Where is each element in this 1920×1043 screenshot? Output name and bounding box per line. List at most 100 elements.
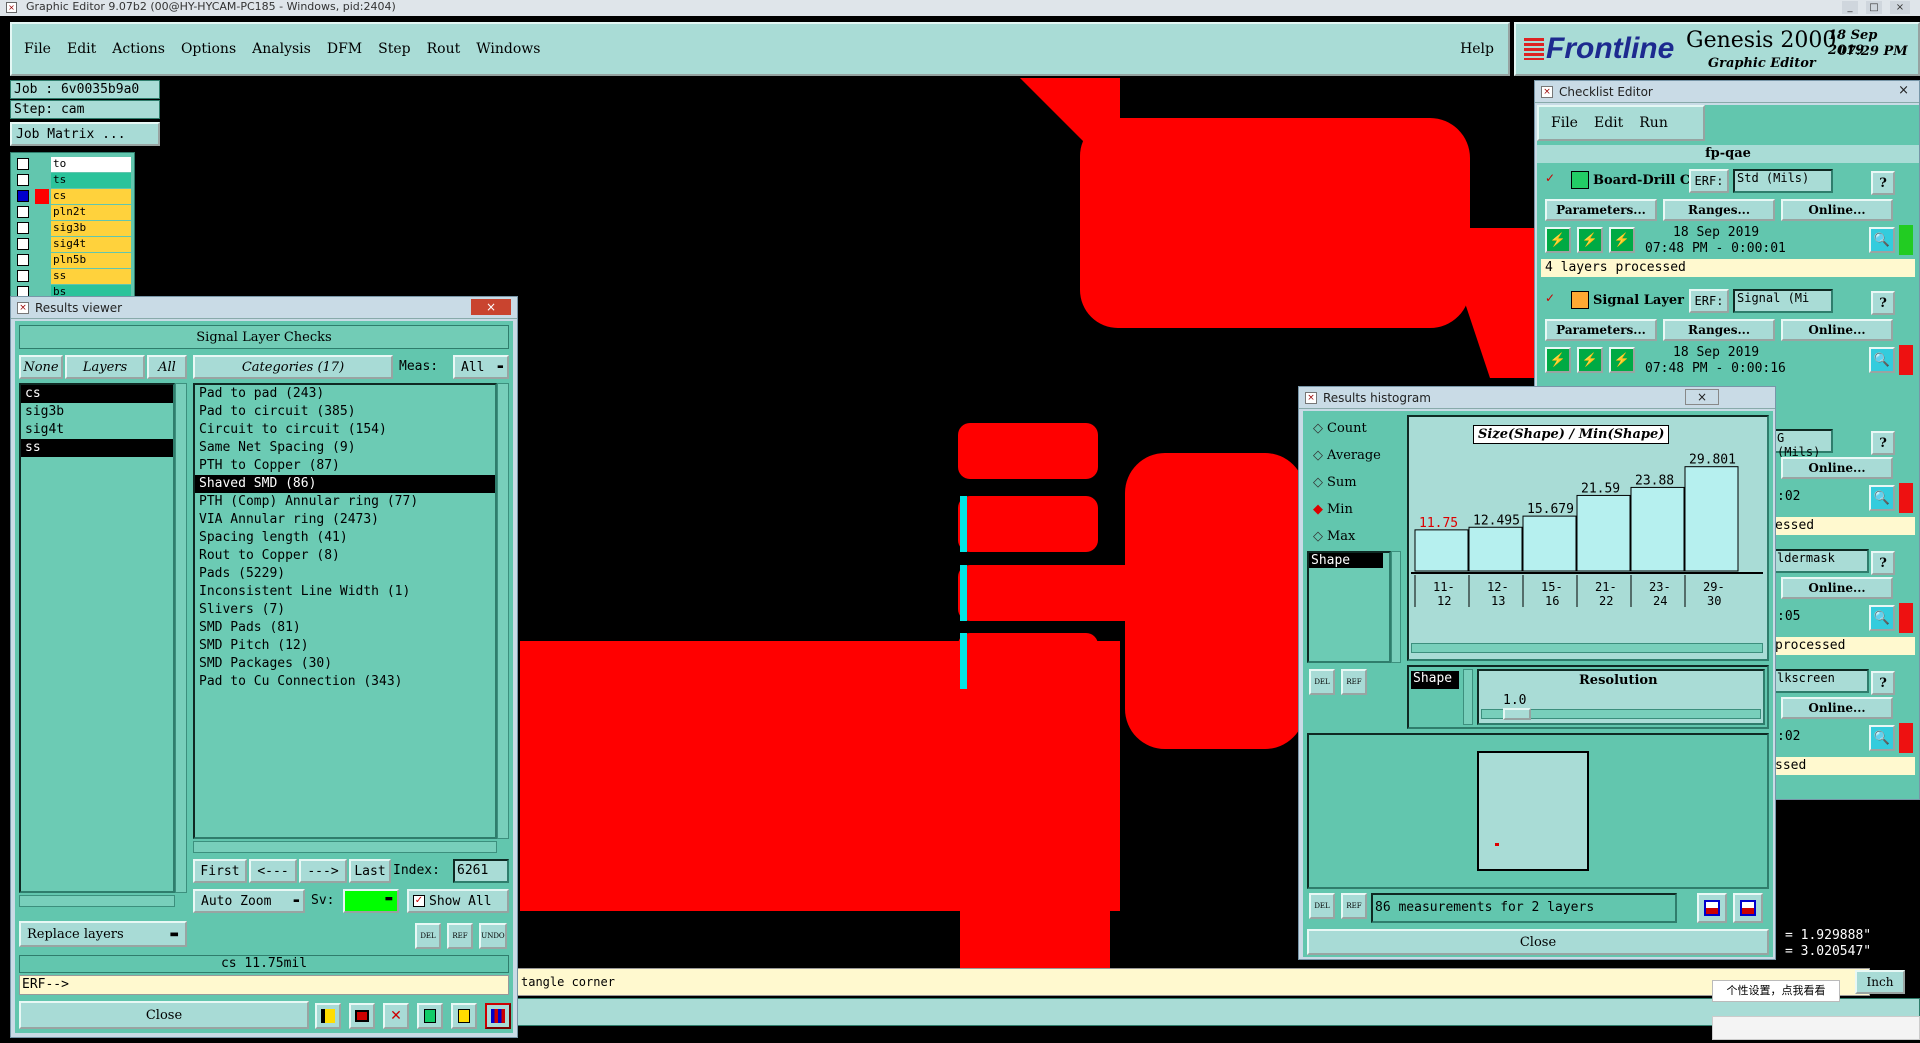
run-stop-icon[interactable]: ⚡ xyxy=(1609,227,1635,253)
layer-checkbox[interactable] xyxy=(17,206,29,218)
menu-file[interactable]: File xyxy=(24,41,51,57)
export-icon[interactable] xyxy=(1697,893,1727,923)
replace-layers-button[interactable]: Replace layers ▬ xyxy=(19,921,187,947)
help-icon[interactable]: ? xyxy=(1871,671,1895,695)
option-max[interactable]: ◇ Max xyxy=(1313,529,1355,544)
show-all-checkbox[interactable]: ✓ xyxy=(413,895,425,907)
checklist-menu-edit[interactable]: Edit xyxy=(1594,115,1623,131)
layer-row[interactable]: cs xyxy=(15,189,131,204)
tool-icon-5[interactable] xyxy=(451,1003,477,1029)
ref-button[interactable]: REF xyxy=(1341,893,1367,919)
menu-analysis[interactable]: Analysis xyxy=(252,41,311,57)
category-item[interactable]: Shaved SMD (86) xyxy=(195,475,495,493)
category-item[interactable]: Slivers (7) xyxy=(195,601,495,619)
list-item[interactable]: sig4t xyxy=(21,421,173,439)
layer-list-hscrollbar[interactable] xyxy=(19,895,175,907)
category-item[interactable]: Pad to pad (243) xyxy=(195,385,495,403)
histogram-titlebar[interactable]: × Results histogram × xyxy=(1299,387,1775,409)
category-item[interactable]: Spacing length (41) xyxy=(195,529,495,547)
checklist-menu-file[interactable]: File xyxy=(1551,115,1578,131)
help-icon[interactable]: ? xyxy=(1871,291,1895,315)
list-item[interactable]: Shape xyxy=(1309,553,1383,568)
erf-value[interactable]: lkscreen xyxy=(1773,669,1869,693)
next-button[interactable]: ---> xyxy=(299,859,347,883)
help-icon[interactable]: ? xyxy=(1871,171,1895,195)
online-button[interactable]: Online... xyxy=(1781,199,1893,221)
menu-actions[interactable]: Actions xyxy=(112,41,165,57)
index-input[interactable]: 6261 xyxy=(453,859,509,883)
tool-icon-3[interactable]: ✕ xyxy=(383,1003,409,1029)
histogram-bar[interactable] xyxy=(1630,486,1685,572)
run-selected-icon[interactable]: ⚡ xyxy=(1577,227,1603,253)
menu-windows[interactable]: Windows xyxy=(476,41,540,57)
maximize-icon[interactable]: □ xyxy=(1866,1,1882,14)
layer-checkbox[interactable] xyxy=(17,222,29,234)
online-button[interactable]: Online... xyxy=(1781,697,1893,719)
last-button[interactable]: Last xyxy=(349,859,391,883)
show-all-toggle[interactable]: ✓ Show All xyxy=(407,889,509,913)
category-item[interactable]: PTH to Copper (87) xyxy=(195,457,495,475)
layer-row[interactable]: sig4t xyxy=(15,237,131,252)
zoom-icon[interactable]: 🔍 xyxy=(1869,227,1895,253)
tool-icon-1[interactable] xyxy=(315,1003,341,1029)
layers-tab-button[interactable]: Layers xyxy=(65,355,145,379)
erf-value[interactable]: ldermask xyxy=(1773,549,1869,573)
item-check-icon[interactable]: ✓ xyxy=(1545,171,1555,185)
category-item[interactable]: VIA Annular ring (2473) xyxy=(195,511,495,529)
layer-checkbox[interactable] xyxy=(17,190,29,202)
sv-color-select[interactable]: ▬ xyxy=(343,889,399,913)
prev-button[interactable]: <--- xyxy=(249,859,297,883)
categories-scrollbar[interactable] xyxy=(497,383,509,839)
ranges-button[interactable]: Ranges... xyxy=(1663,199,1775,221)
ime-toolbar[interactable] xyxy=(1712,1016,1920,1040)
category-item[interactable]: Pad to Cu Connection (343) xyxy=(195,673,495,691)
auto-zoom-select[interactable]: Auto Zoom ▬ xyxy=(193,889,305,913)
list-item[interactable]: sig3b xyxy=(21,403,173,421)
category-item[interactable]: Circuit to circuit (154) xyxy=(195,421,495,439)
parameters-button[interactable]: Parameters... xyxy=(1545,199,1657,221)
menu-rout[interactable]: Rout xyxy=(427,41,461,57)
category-item[interactable]: Rout to Copper (8) xyxy=(195,547,495,565)
layers-none-button[interactable]: None xyxy=(19,355,63,379)
option-sum[interactable]: ◇ Sum xyxy=(1313,475,1357,490)
results-viewer-close-icon[interactable]: × xyxy=(471,299,511,315)
item-check-icon[interactable]: ✓ xyxy=(1545,291,1555,305)
menu-options[interactable]: Options xyxy=(181,41,236,57)
category-item[interactable]: Pad to circuit (385) xyxy=(195,403,495,421)
option-min[interactable]: ◆ Min xyxy=(1313,502,1353,517)
menu-dfm[interactable]: DFM xyxy=(327,41,362,57)
histogram-bar[interactable] xyxy=(1522,515,1577,572)
category-item[interactable]: Inconsistent Line Width (1) xyxy=(195,583,495,601)
layer-row[interactable]: pln2t xyxy=(15,205,131,220)
category-item[interactable]: SMD Pitch (12) xyxy=(195,637,495,655)
online-button[interactable]: Online... xyxy=(1781,319,1893,341)
category-item[interactable]: Pads (5229) xyxy=(195,565,495,583)
tool-icon-4[interactable] xyxy=(417,1003,443,1029)
run-icon[interactable]: ⚡ xyxy=(1545,227,1571,253)
layer-row[interactable]: pln5b xyxy=(15,253,131,268)
results-viewer-titlebar[interactable]: × Results viewer × xyxy=(11,297,517,319)
layers-all-button[interactable]: All xyxy=(147,355,187,379)
ref-button[interactable]: REF xyxy=(1341,669,1367,695)
layer-row[interactable]: to xyxy=(15,157,131,172)
run-stop-icon[interactable]: ⚡ xyxy=(1609,347,1635,373)
erf-value[interactable]: Std (Mils) xyxy=(1733,169,1833,193)
zoom-icon[interactable]: 🔍 xyxy=(1869,485,1895,511)
shape-selector[interactable]: Shape xyxy=(1411,671,1459,689)
erf-button[interactable]: ERF: xyxy=(1689,169,1729,193)
option-average[interactable]: ◇ Average xyxy=(1313,448,1381,463)
zoom-icon[interactable]: 🔍 xyxy=(1869,347,1895,373)
histogram-bar[interactable] xyxy=(1576,494,1631,572)
list-item[interactable]: cs xyxy=(21,385,173,403)
erf-value[interactable]: Signal (Mi xyxy=(1733,289,1833,313)
menu-edit[interactable]: Edit xyxy=(67,41,96,57)
layer-checkbox[interactable] xyxy=(17,174,29,186)
zoom-icon[interactable]: 🔍 xyxy=(1869,725,1895,751)
print-icon[interactable] xyxy=(1733,893,1763,923)
histogram-close-icon[interactable]: × xyxy=(1685,389,1719,405)
layer-checkbox[interactable] xyxy=(17,254,29,266)
checklist-close-icon[interactable]: × xyxy=(1898,83,1909,98)
layer-checkbox[interactable] xyxy=(17,238,29,250)
categories-hscrollbar[interactable] xyxy=(193,841,497,853)
layer-row[interactable]: ss xyxy=(15,269,131,284)
